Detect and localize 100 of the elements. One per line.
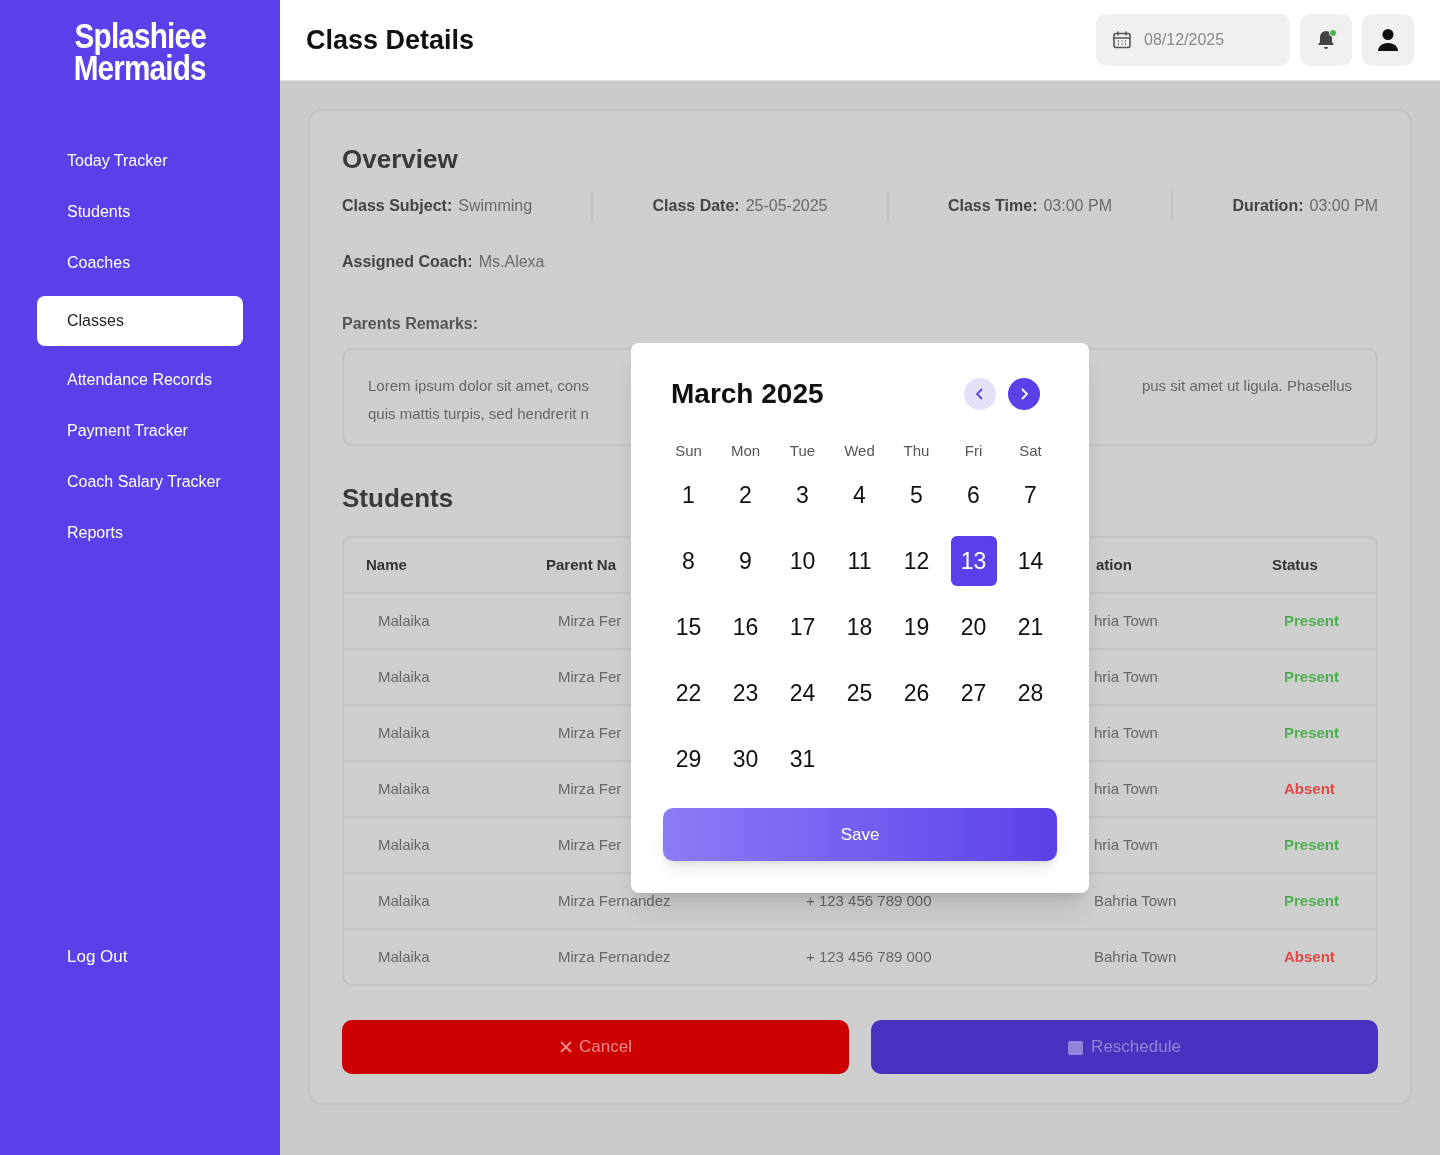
calendar-day[interactable]: 16 (722, 602, 769, 652)
calendar-day[interactable]: 15 (665, 602, 712, 652)
profile-button[interactable] (1362, 14, 1414, 66)
sidebar-item[interactable]: Attendance Records (37, 355, 243, 404)
calendar-day[interactable]: 21 (1007, 602, 1054, 652)
weekday-label: Fri (964, 441, 983, 461)
column-header: Parent Na (546, 554, 617, 575)
sidebar-item[interactable]: Coaches (37, 238, 243, 287)
table-cell-text: hria Town (1094, 778, 1158, 799)
weekday-label: Wed (844, 441, 875, 461)
sidebar-item[interactable]: Payment Tracker (37, 406, 243, 455)
calendar-day[interactable]: 9 (722, 536, 769, 586)
table-cell-text: hria Town (1094, 666, 1158, 687)
table-cell-text: Malaika (378, 610, 430, 631)
calendar-day[interactable]: 18 (836, 602, 883, 652)
column-header: Name (366, 554, 407, 575)
calendar-day[interactable]: 19 (893, 602, 940, 652)
logout-link[interactable]: Log Out (67, 946, 128, 966)
table-cell-text: Mirza Fer (558, 666, 622, 687)
calendar-day[interactable]: 10 (779, 536, 826, 586)
remarks-label: Parents Remarks: (342, 315, 479, 332)
info-field: Duration: 03:00 PM (1232, 194, 1378, 218)
calendar-day[interactable]: 25 (836, 668, 883, 718)
calendar-day[interactable]: 24 (779, 668, 826, 718)
calendar-day[interactable]: 14 (1007, 536, 1054, 586)
calendar-day[interactable]: 12 (893, 536, 940, 586)
table-cell-text: hria Town (1094, 610, 1158, 631)
table-cell-text: Malaika (378, 778, 430, 799)
calendar-day[interactable]: 29 (665, 734, 712, 784)
table-cell-text: Mirza Fernandez (558, 890, 671, 911)
chevron-right-icon (1019, 388, 1029, 400)
calendar-day[interactable]: 8 (665, 536, 712, 586)
table-cell-text: Bahria Town (1094, 890, 1177, 911)
weekday-label: Sun (675, 441, 702, 461)
table-cell-text: Mirza Fer (558, 778, 622, 799)
table-cell-text: Malaika (378, 722, 430, 743)
close-icon (559, 1040, 574, 1054)
month-title: March 2025 (671, 377, 824, 411)
calendar-day[interactable]: 1 (665, 470, 712, 520)
sidebar-item[interactable]: Classes (37, 296, 243, 346)
notification-button[interactable] (1300, 14, 1352, 66)
calendar-day[interactable]: 20 (950, 602, 997, 652)
status-text: Present (1284, 666, 1340, 687)
calendar-day[interactable]: 22 (665, 668, 712, 718)
calendar-day[interactable]: 4 (836, 470, 883, 520)
calendar-day[interactable]: 30 (722, 734, 769, 784)
calendar-day[interactable]: 5 (893, 470, 940, 520)
table-cell-text: Mirza Fer (558, 722, 622, 743)
sidebar-item[interactable]: Reports (37, 508, 243, 557)
user-icon (1377, 28, 1399, 52)
section-title: Students (342, 482, 454, 515)
remarks-text: Lorem ipsum dolor sit amet, cons (368, 376, 589, 396)
info-field: Class Time: 03:00 PM (947, 194, 1112, 218)
weekday-label: Thu (903, 441, 930, 461)
table-cell-text: Bahria Town (1094, 946, 1177, 967)
save-button[interactable]: Save (663, 808, 1057, 861)
section-title: Overview (342, 143, 459, 176)
table-cell-text: + 123 456 789 000 (806, 890, 932, 911)
calendar-day[interactable]: 17 (779, 602, 826, 652)
calendar-day[interactable]: 6 (950, 470, 997, 520)
weekday-label: Mon (730, 441, 761, 461)
calendar-day[interactable]: 13 (950, 536, 997, 586)
previous-month-button[interactable] (964, 378, 996, 410)
calendar-day[interactable]: 26 (893, 668, 940, 718)
calendar-day[interactable]: 27 (950, 668, 997, 718)
calendar-day[interactable]: 2 (722, 470, 769, 520)
calendar-day[interactable]: 11 (836, 536, 883, 586)
table-cell-text: Mirza Fer (558, 834, 622, 855)
assigned-coach-text: Assigned Coach: Ms.Alexa (342, 253, 545, 270)
status-text: Present (1284, 834, 1340, 855)
info-field: Class Date: 25-05-2025 (652, 194, 828, 218)
table-cell-text: hria Town (1094, 722, 1158, 743)
status-text: Present (1284, 610, 1340, 631)
calendar-day[interactable]: 7 (1007, 470, 1054, 520)
status-text: Absent (1284, 946, 1335, 967)
date-value: 08/12/2025 (1144, 30, 1225, 50)
remarks-text: pus sit amet ut ligula. Phasellus (1141, 376, 1352, 396)
weekday-label: Sat (1019, 441, 1042, 461)
table-cell-text: + 123 456 789 000 (806, 946, 932, 967)
table-cell-text: Mirza Fernandez (558, 946, 671, 967)
calendar-day[interactable]: 31 (779, 734, 826, 784)
status-text: Absent (1284, 778, 1335, 799)
table-cell-text: Malaika (378, 666, 430, 687)
table-cell-text: hria Town (1094, 834, 1158, 855)
status-text: Present (1284, 722, 1340, 743)
status-text: Present (1284, 890, 1340, 911)
sidebar-item[interactable]: Coach Salary Tracker (37, 457, 243, 506)
table-cell-text: Malaika (378, 834, 430, 855)
calendar-day[interactable]: 23 (722, 668, 769, 718)
calendar-day[interactable]: 3 (779, 470, 826, 520)
calendar-day[interactable]: 28 (1007, 668, 1054, 718)
weekday-label: Tue (789, 441, 816, 461)
column-header: Status (1272, 554, 1318, 575)
sidebar-item[interactable]: Students (37, 187, 243, 236)
sidebar-item[interactable]: Today Tracker (37, 136, 243, 185)
remarks-text: quis mattis turpis, sed hendrerit n (368, 404, 589, 424)
page-title: Class Details (306, 23, 475, 57)
next-month-button[interactable] (1008, 378, 1040, 410)
table-cell-text: Malaika (378, 890, 430, 911)
info-field: Class Subject: Swimming (342, 194, 533, 218)
